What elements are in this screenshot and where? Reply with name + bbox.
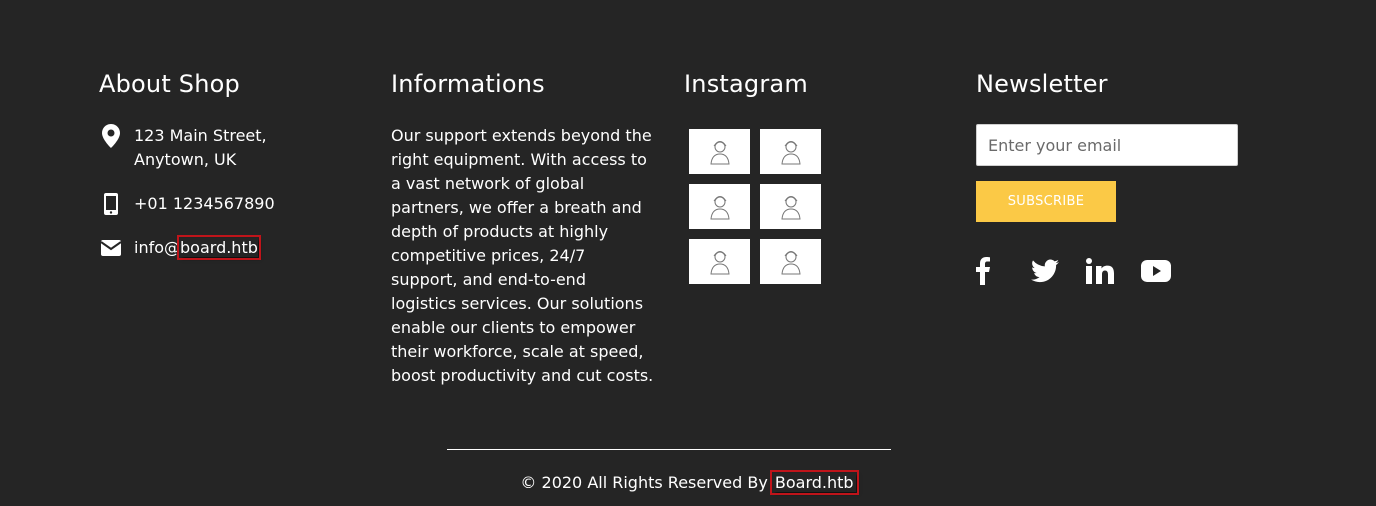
copyright-prefix: © 2020 All Rights Reserved By bbox=[520, 473, 773, 492]
copyright-text: © 2020 All Rights Reserved By Board.htb bbox=[0, 470, 1376, 495]
facebook-icon bbox=[976, 257, 990, 285]
social-links bbox=[976, 254, 1196, 288]
instagram-grid bbox=[689, 129, 821, 284]
youtube-link[interactable] bbox=[1141, 254, 1196, 288]
person-placeholder-icon bbox=[709, 250, 730, 274]
footer-divider bbox=[447, 449, 891, 450]
twitter-icon bbox=[1031, 259, 1059, 283]
person-placeholder-icon bbox=[780, 250, 801, 274]
phone-number[interactable]: +01 1234567890 bbox=[134, 192, 275, 216]
map-pin-icon bbox=[99, 124, 123, 148]
email-domain[interactable]: board.htb bbox=[177, 235, 261, 260]
informations-text: Our support extends beyond the right equ… bbox=[391, 126, 654, 385]
email-prefix: info@ bbox=[134, 238, 181, 257]
email-text[interactable]: info@board.htb bbox=[134, 235, 261, 260]
instagram-heading: Instagram bbox=[684, 70, 808, 98]
phone-row: +01 1234567890 bbox=[99, 192, 275, 216]
informations-heading: Informations bbox=[391, 70, 545, 98]
address-row: 123 Main Street, Anytown, UK bbox=[99, 124, 267, 172]
person-placeholder-icon bbox=[780, 195, 801, 219]
facebook-link[interactable] bbox=[976, 254, 1031, 288]
newsletter-heading: Newsletter bbox=[976, 70, 1108, 98]
instagram-thumbnail[interactable] bbox=[760, 129, 821, 174]
address-line-2: Anytown, UK bbox=[134, 150, 237, 169]
brand-link[interactable]: Board.htb bbox=[769, 470, 859, 495]
instagram-thumbnail[interactable] bbox=[689, 239, 750, 284]
newsletter-section: Newsletter SUBSCRIBE bbox=[976, 68, 1246, 285]
person-placeholder-icon bbox=[709, 140, 730, 164]
about-section: About Shop 123 Main Street, Anytown, UK … bbox=[99, 68, 359, 260]
instagram-thumbnail[interactable] bbox=[760, 184, 821, 229]
twitter-link[interactable] bbox=[1031, 254, 1086, 288]
address-text: 123 Main Street, Anytown, UK bbox=[134, 124, 267, 172]
address-line-1: 123 Main Street, bbox=[134, 126, 267, 145]
linkedin-link[interactable] bbox=[1086, 254, 1141, 288]
informations-section: Informations Our support extends beyond … bbox=[391, 68, 656, 385]
about-heading: About Shop bbox=[99, 70, 240, 98]
person-placeholder-icon bbox=[709, 195, 730, 219]
subscribe-button[interactable]: SUBSCRIBE bbox=[976, 181, 1116, 222]
newsletter-email-input[interactable] bbox=[976, 124, 1238, 166]
youtube-icon bbox=[1141, 260, 1171, 282]
email-row: info@board.htb bbox=[99, 235, 261, 260]
instagram-section: Instagram bbox=[684, 68, 944, 284]
person-placeholder-icon bbox=[780, 140, 801, 164]
envelope-icon bbox=[99, 236, 123, 260]
instagram-thumbnail[interactable] bbox=[689, 129, 750, 174]
instagram-thumbnail[interactable] bbox=[689, 184, 750, 229]
instagram-thumbnail[interactable] bbox=[760, 239, 821, 284]
linkedin-icon bbox=[1086, 258, 1114, 284]
mobile-phone-icon bbox=[99, 192, 123, 216]
